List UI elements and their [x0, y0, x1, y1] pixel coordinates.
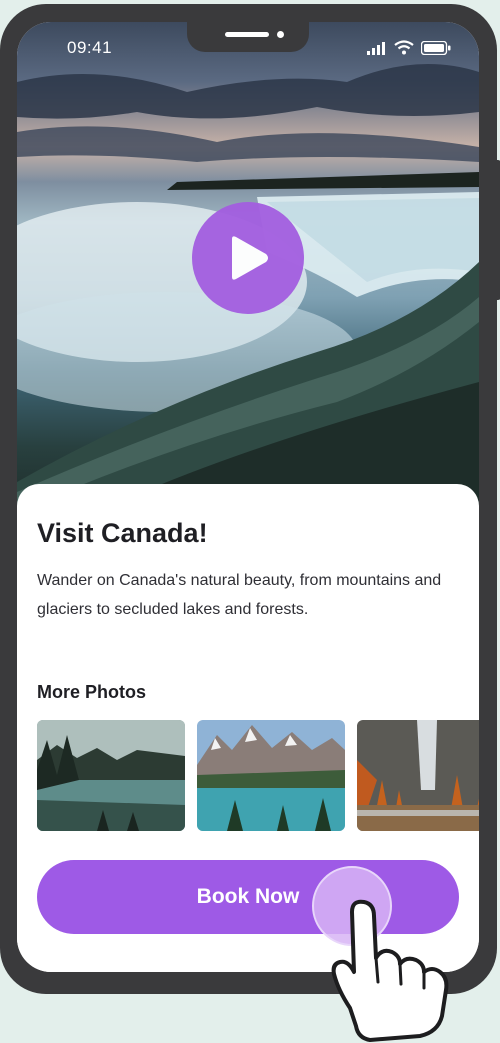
play-video-button[interactable] — [192, 202, 304, 314]
phone-screen: 09:41 Visit Canada! Wander on Canada's n… — [17, 22, 479, 972]
tap-hand-icon — [331, 899, 449, 1042]
signal-icon — [367, 41, 385, 55]
wifi-icon — [394, 40, 414, 55]
phone-side-button — [496, 160, 500, 300]
photo-thumbnail-mountain-lake[interactable] — [197, 720, 345, 831]
photo-thumbnail-autumn-waterfall[interactable] — [357, 720, 479, 831]
card-title: Visit Canada! — [37, 518, 208, 548]
play-icon — [232, 236, 268, 280]
front-camera — [277, 31, 284, 38]
photo-thumbnail-forest-lake[interactable] — [37, 720, 185, 831]
speaker-grille — [225, 32, 269, 37]
more-photos-heading: More Photos — [37, 682, 147, 702]
status-time: 09:41 — [67, 38, 113, 57]
card-description: Wander on Canada's natural beauty, from … — [37, 572, 442, 618]
battery-icon — [421, 40, 451, 55]
status-icons — [367, 40, 451, 55]
phone-notch — [187, 22, 309, 52]
photo-carousel[interactable] — [37, 720, 479, 832]
